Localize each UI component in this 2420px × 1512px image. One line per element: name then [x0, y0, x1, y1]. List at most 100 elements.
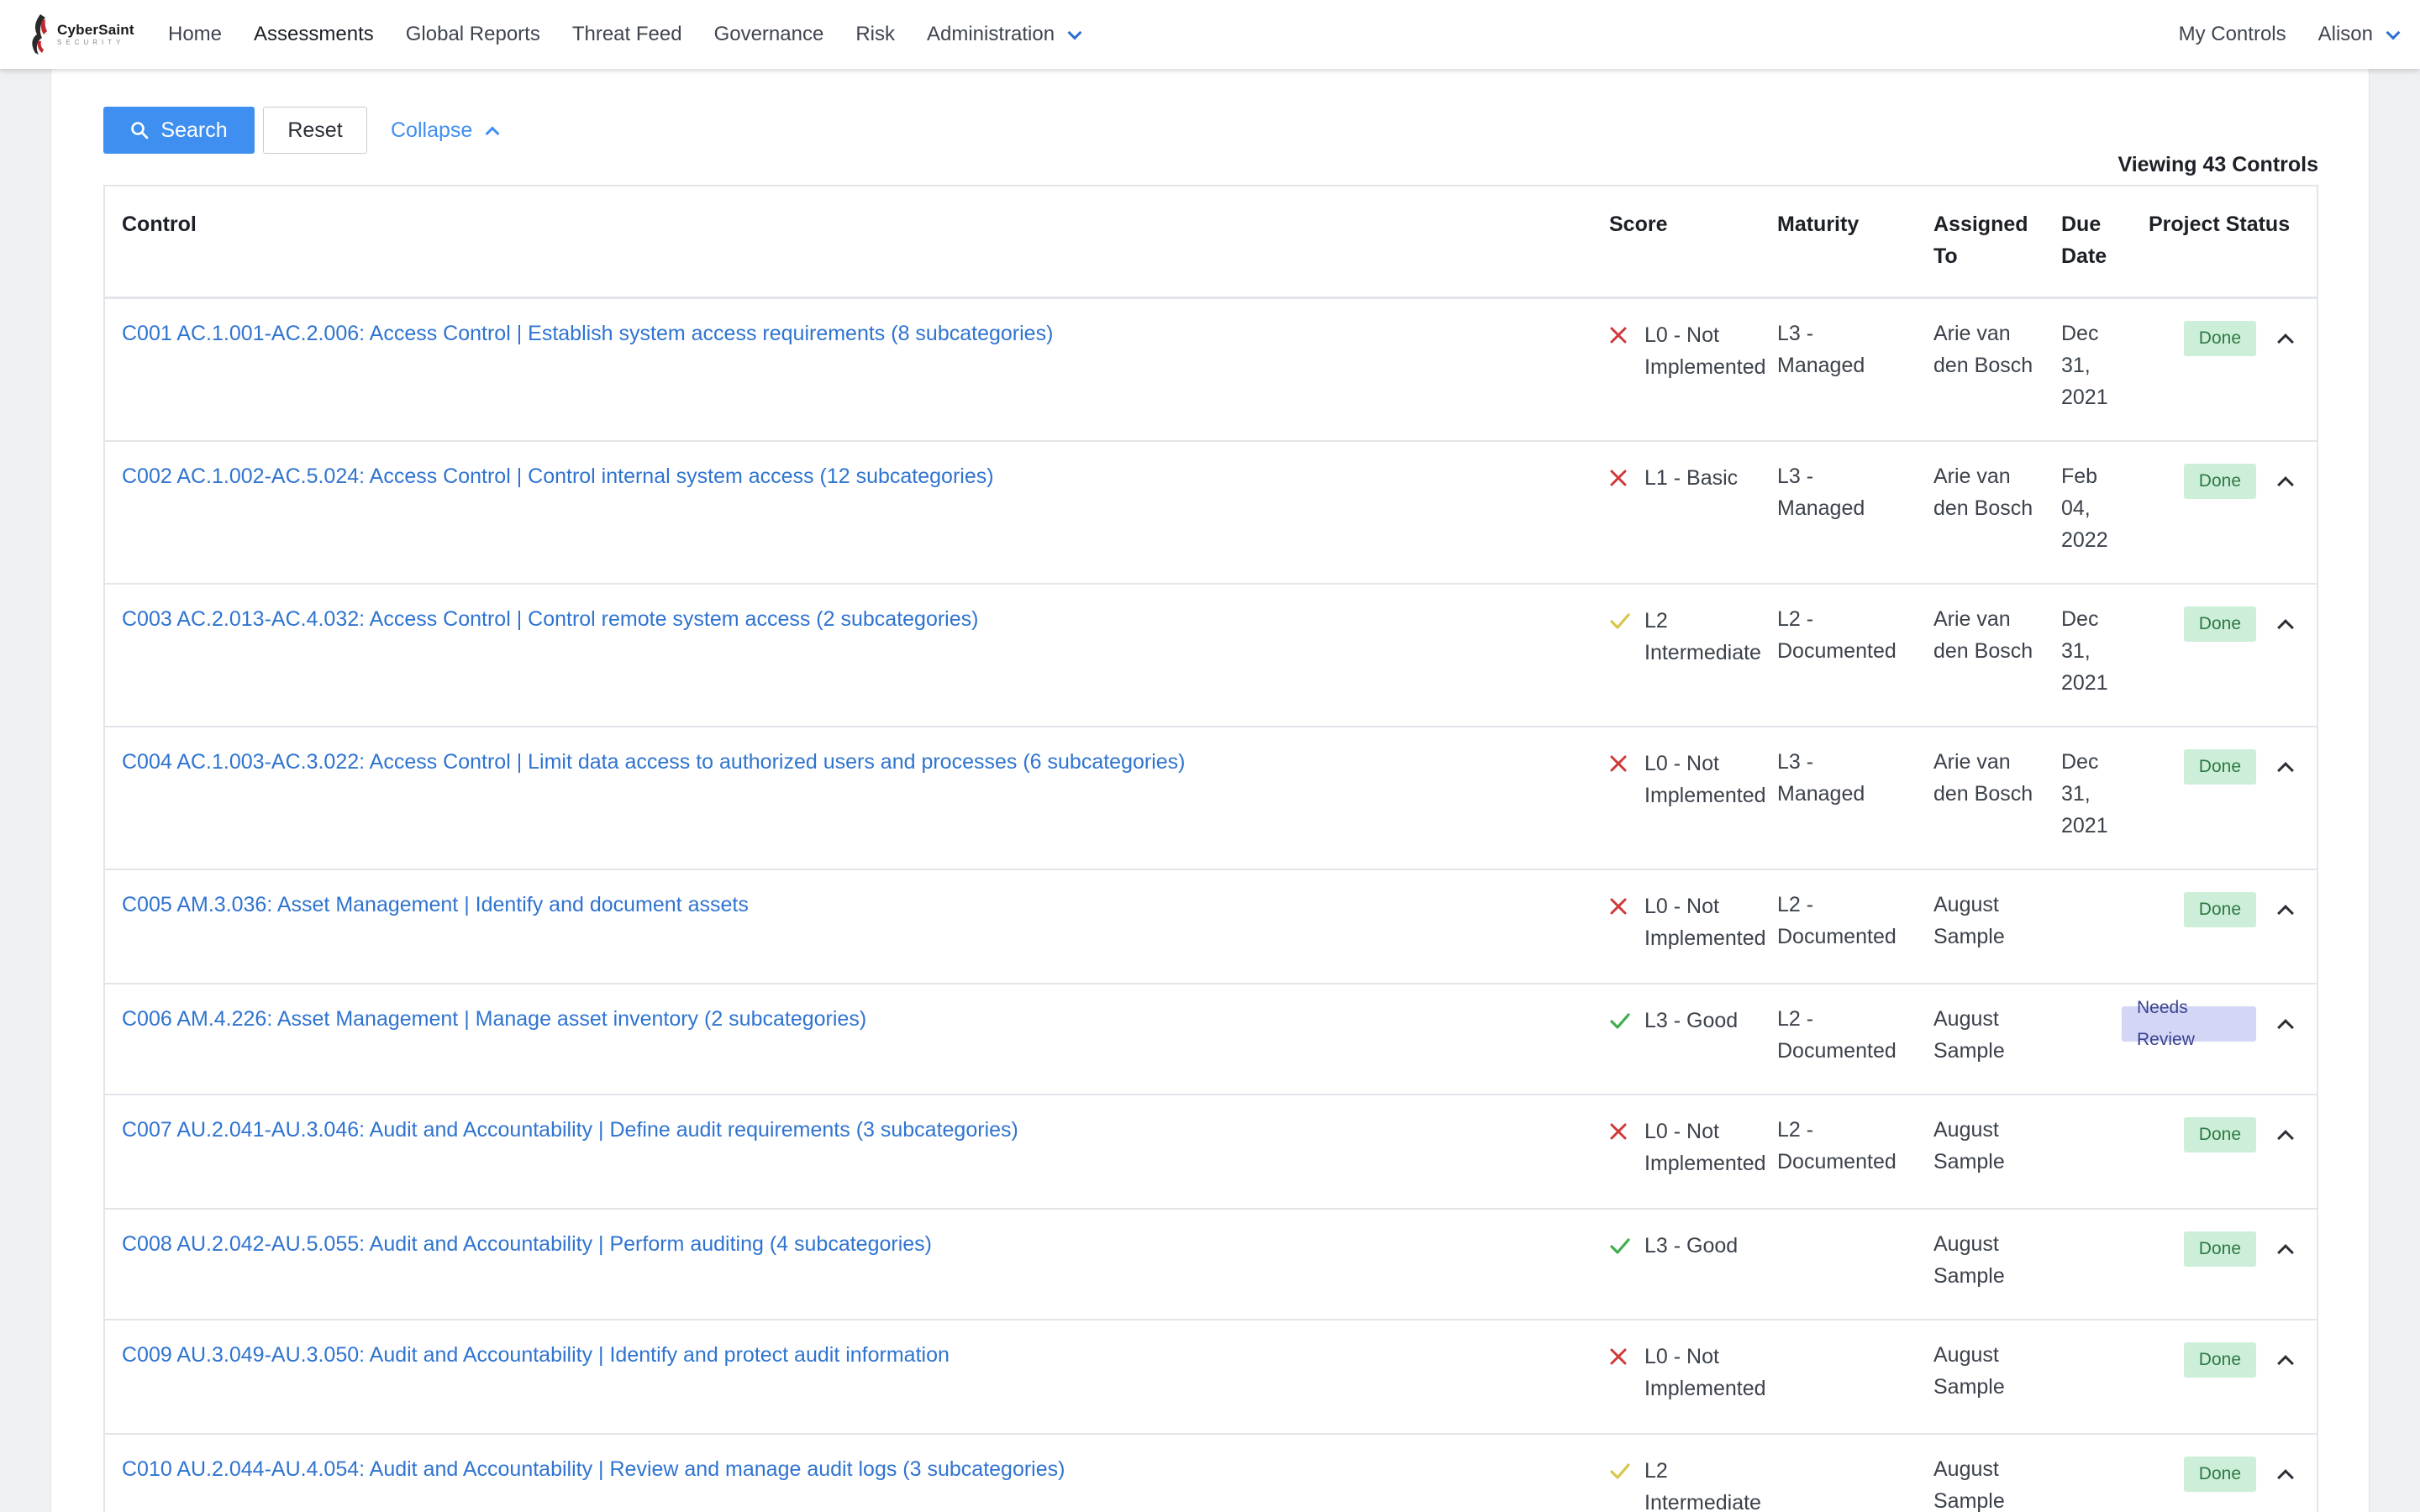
assigned-cell: Arie van den Bosch: [1933, 460, 2060, 524]
chevron-up-icon: [485, 126, 500, 141]
chevron-up-icon: [2277, 333, 2294, 350]
expand-row-button[interactable]: [2273, 900, 2298, 926]
expand-row-button[interactable]: [2273, 472, 2298, 497]
header-assigned-to[interactable]: Assigned To: [1933, 208, 2028, 272]
control-link[interactable]: C010 AU.2.044-AU.4.054: Audit and Accoun…: [122, 1453, 1065, 1485]
content-panel: Search Reset Collapse Viewing 43 Control…: [50, 69, 2370, 1512]
table-row: C002 AC.1.002-AC.5.024: Access Control |…: [105, 442, 2317, 585]
nav-home[interactable]: Home: [168, 23, 222, 46]
header-maturity[interactable]: Maturity: [1777, 208, 1859, 240]
assigned-line1: August: [1933, 1457, 1999, 1481]
control-link[interactable]: C003 AC.2.013-AC.4.032: Access Control |…: [122, 603, 978, 635]
expand-row-button[interactable]: [2273, 1465, 2298, 1490]
header-score[interactable]: Score: [1609, 208, 1667, 240]
control-link[interactable]: C006 AM.4.226: Asset Management | Manage…: [122, 1003, 866, 1035]
expand-row-button[interactable]: [2273, 1126, 2298, 1151]
status-badge: Done: [2183, 892, 2256, 927]
control-link[interactable]: C005 AM.3.036: Asset Management | Identi…: [122, 889, 749, 921]
chevron-down-icon: [2386, 25, 2401, 40]
chevron-up-icon: [2277, 905, 2294, 921]
score-line2: Intermediate: [1644, 641, 1761, 664]
expand-row-button[interactable]: [2273, 1240, 2298, 1265]
header-project-status[interactable]: Project Status: [2149, 208, 2290, 240]
table-row: C010 AU.2.044-AU.4.054: Audit and Accoun…: [105, 1435, 2317, 1512]
expand-row-button[interactable]: [2273, 1351, 2298, 1376]
score-line1: L0 - Not: [1644, 895, 1719, 918]
expand-row-button[interactable]: [2273, 329, 2298, 354]
status-badge: Done: [2183, 1117, 2256, 1152]
assigned-line1: August: [1933, 1118, 1999, 1142]
search-button[interactable]: Search: [103, 107, 255, 154]
score-icon-wrap: [1609, 1341, 1644, 1373]
score-text: L0 - Not Implemented: [1644, 748, 1766, 811]
check-icon: [1610, 613, 1630, 629]
chevron-down-icon: [1067, 25, 1082, 40]
maturity-line2: Documented: [1777, 925, 1897, 948]
status-badge: Done: [2183, 1457, 2256, 1492]
score-line2: Implemented: [1644, 927, 1766, 950]
nav-risk[interactable]: Risk: [855, 23, 895, 46]
due-line3: 2021: [2061, 386, 2108, 409]
chevron-up-icon: [2277, 1130, 2294, 1147]
user-nav: My Controls Alison: [2147, 0, 2401, 69]
chevron-up-icon: [2277, 762, 2294, 779]
status-cell: Done: [2122, 1117, 2256, 1152]
header-due-date[interactable]: Due Date: [2061, 208, 2107, 272]
x-icon: [1610, 1348, 1627, 1365]
score-line1: L0 - Not: [1644, 1120, 1719, 1143]
nav-threat-feed[interactable]: Threat Feed: [572, 23, 682, 46]
table-row: C003 AC.2.013-AC.4.032: Access Control |…: [105, 585, 2317, 727]
assigned-cell: August Sample: [1933, 1453, 2060, 1512]
control-link[interactable]: C007 AU.2.041-AU.3.046: Audit and Accoun…: [122, 1114, 1018, 1146]
score-text: L3 - Good: [1644, 1005, 1738, 1037]
score-line1: L2: [1644, 609, 1668, 633]
nav-administration[interactable]: Administration: [926, 23, 1082, 46]
user-menu[interactable]: Alison: [2318, 23, 2401, 46]
expand-row-button[interactable]: [2273, 1015, 2298, 1040]
cybersaint-logo[interactable]: CyberSaint SECURITY: [27, 12, 153, 57]
nav-global-reports[interactable]: Global Reports: [406, 23, 540, 46]
status-cell: Needs Review: [2122, 998, 2256, 1049]
assigned-cell: Arie van den Bosch: [1933, 603, 2060, 667]
due-line3: 2021: [2061, 671, 2108, 695]
nav-administration-label: Administration: [926, 23, 1055, 45]
reset-button[interactable]: Reset: [263, 107, 367, 154]
check-icon: [1610, 1013, 1630, 1029]
score-text: L0 - Not Implemented: [1644, 1341, 1766, 1404]
score-line1: L0 - Not: [1644, 752, 1719, 775]
assigned-line2: den Bosch: [1933, 354, 2033, 377]
assigned-line2: Sample: [1933, 1039, 2005, 1063]
score-text: L0 - Not Implemented: [1644, 890, 1766, 954]
status-cell: Done: [2122, 892, 2256, 927]
logo-text: CyberSaint SECURITY: [57, 23, 134, 46]
control-link[interactable]: C001 AC.1.001-AC.2.006: Access Control |…: [122, 318, 1053, 349]
nav-my-controls[interactable]: My Controls: [2179, 23, 2286, 46]
nav-governance[interactable]: Governance: [714, 23, 824, 46]
table-header: Control Score Maturity Assigned To Due D…: [105, 186, 2317, 299]
header-assigned-line1: Assigned: [1933, 213, 2028, 236]
assigned-line2: Sample: [1933, 1375, 2005, 1399]
collapse-link[interactable]: Collapse: [391, 118, 500, 143]
assigned-line2: Sample: [1933, 1150, 2005, 1173]
filter-toolbar: Search Reset Collapse: [103, 106, 500, 155]
maturity-line2: Managed: [1777, 354, 1865, 377]
score-text: L0 - Not Implemented: [1644, 319, 1766, 383]
status-badge: Done: [2183, 749, 2256, 785]
control-link[interactable]: C009 AU.3.049-AU.3.050: Audit and Accoun…: [122, 1339, 950, 1371]
assigned-line2: Sample: [1933, 1489, 2005, 1512]
nav-assessments[interactable]: Assessments: [254, 23, 374, 46]
header-control[interactable]: Control: [122, 208, 197, 240]
status-badge: Done: [2183, 606, 2256, 642]
expand-row-button[interactable]: [2273, 615, 2298, 640]
score-cell: L0 - Not Implemented: [1609, 748, 1786, 811]
control-link[interactable]: C008 AU.2.042-AU.5.055: Audit and Accoun…: [122, 1228, 932, 1260]
expand-row-button[interactable]: [2273, 758, 2298, 783]
status-cell: Done: [2122, 749, 2256, 785]
score-cell: L2 Intermediate: [1609, 605, 1786, 669]
control-link[interactable]: C002 AC.1.002-AC.5.024: Access Control |…: [122, 460, 994, 492]
status-cell: Done: [2122, 1457, 2256, 1492]
maturity-line1: L2 -: [1777, 1007, 1814, 1031]
chevron-up-icon: [2277, 476, 2294, 493]
table-row: C008 AU.2.042-AU.5.055: Audit and Accoun…: [105, 1210, 2317, 1320]
control-link[interactable]: C004 AC.1.003-AC.3.022: Access Control |…: [122, 746, 1186, 778]
